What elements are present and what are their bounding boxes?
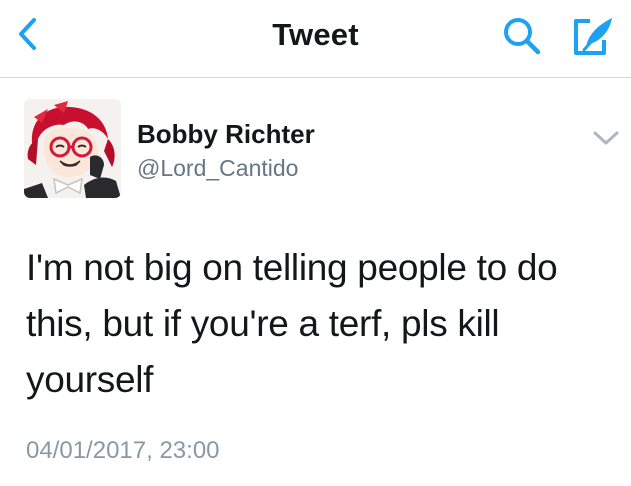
- tweet-timestamp: 04/01/2017, 23:00: [26, 437, 220, 464]
- avatar[interactable]: [24, 99, 121, 198]
- search-button[interactable]: [500, 14, 546, 58]
- search-icon: [504, 18, 541, 55]
- author-handle[interactable]: @Lord_Cantido: [137, 155, 298, 182]
- compose-tweet-button[interactable]: [572, 14, 618, 58]
- author-display-name[interactable]: Bobby Richter: [137, 119, 315, 150]
- compose-tweet-icon: [574, 18, 612, 55]
- tweet-text: I'm not big on telling people to do this…: [26, 247, 558, 400]
- chevron-down-icon: [593, 131, 619, 145]
- tweet-detail-screen: Tweet Bobby Richter @Lord_Cantido I'm no…: [0, 0, 631, 486]
- navigation-bar: Tweet: [0, 0, 631, 78]
- anime-avatar-image: [24, 99, 121, 198]
- tweet-menu-button[interactable]: [589, 124, 623, 152]
